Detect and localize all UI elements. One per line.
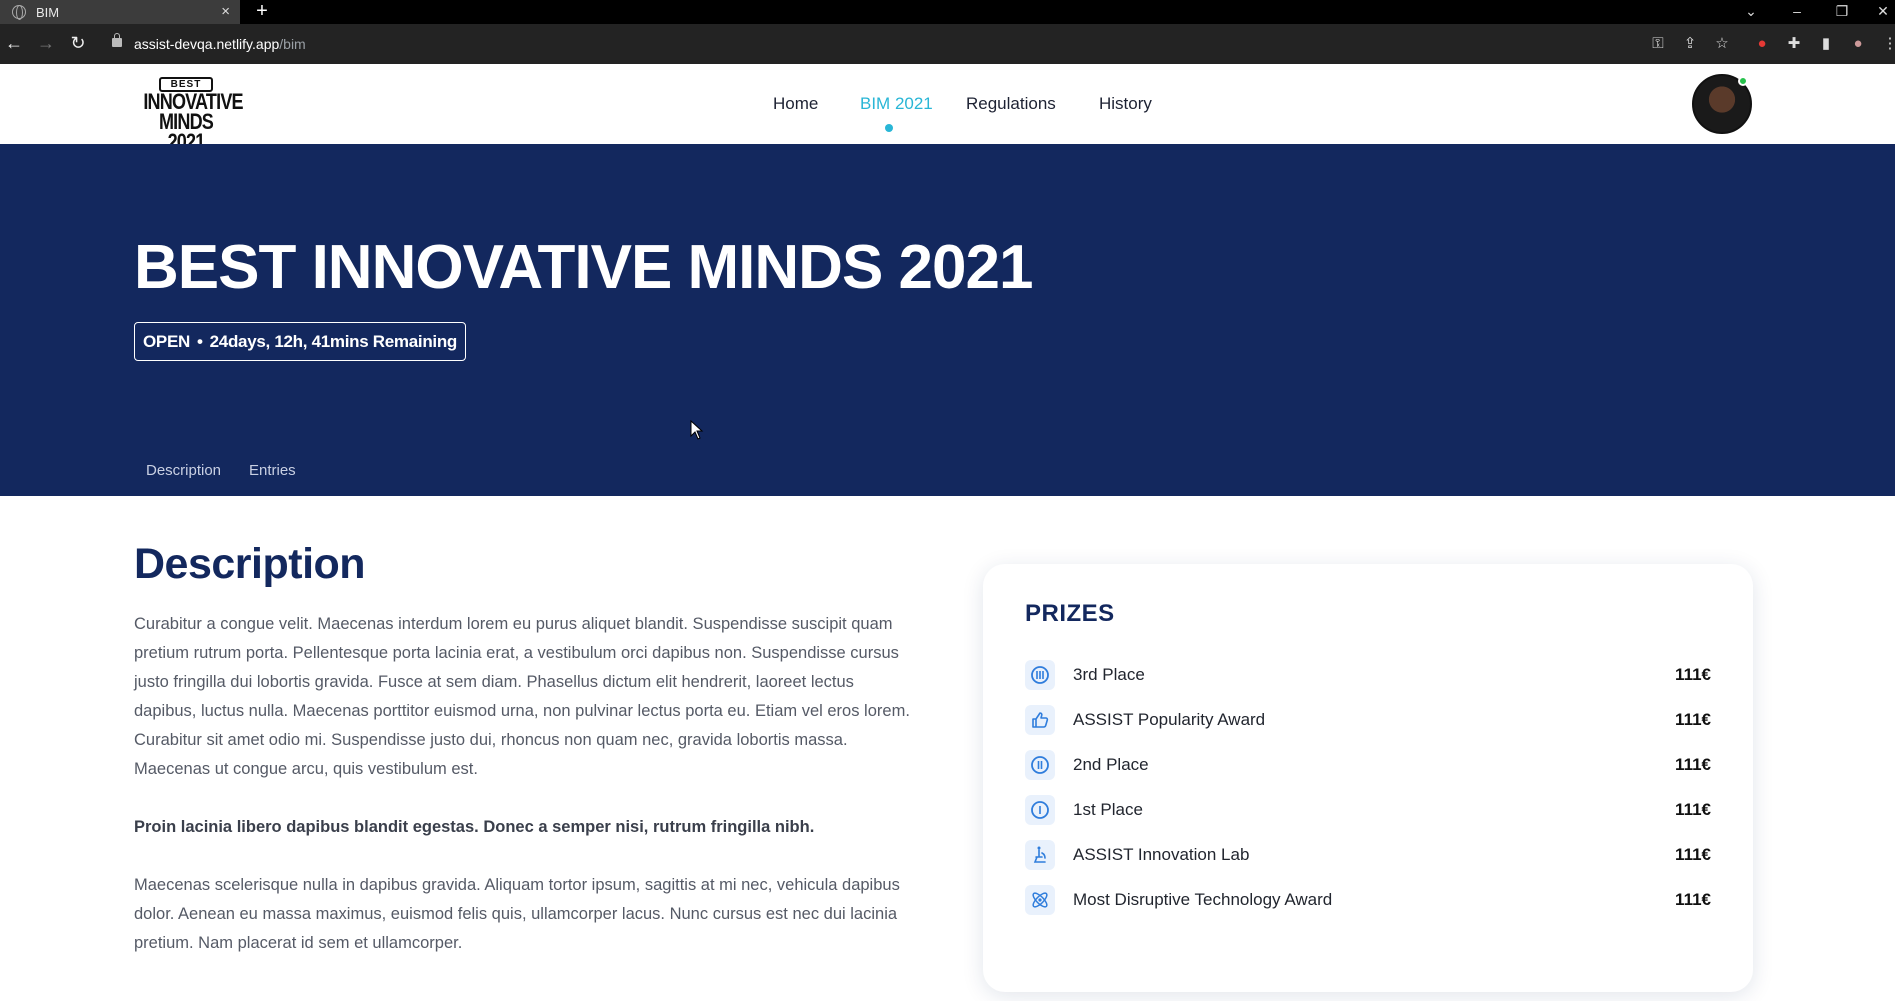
side-panel-icon[interactable]: ▮ [1816, 34, 1836, 54]
prize-row: 2nd Place 111€ [1025, 750, 1711, 782]
hero-banner: BEST INNOVATIVE MINDS 2021 OPEN • 24days… [0, 144, 1895, 496]
prize-value: 111€ [1675, 800, 1711, 819]
prize-row: 3rd Place 111€ [1025, 660, 1711, 692]
nav-regulations[interactable]: Regulations [966, 94, 1056, 118]
medal-one-icon [1025, 795, 1055, 825]
minimize-button[interactable]: – [1782, 0, 1812, 24]
prize-value: 111€ [1675, 755, 1711, 774]
status-label: OPEN [143, 331, 190, 351]
prize-name: 1st Place [1073, 800, 1143, 819]
url-path: /bim [279, 36, 306, 52]
time-remaining: 24days, 12h, 41mins Remaining [209, 331, 458, 351]
prize-name: Most Disruptive Technology Award [1073, 890, 1333, 909]
thumbs-up-icon [1025, 705, 1055, 735]
active-nav-indicator [885, 124, 893, 132]
bookmark-star-icon[interactable]: ☆ [1712, 34, 1732, 54]
browser-tab-strip: BIM × + ⌄ – ❐ ✕ [0, 0, 1895, 24]
browser-tab-title: BIM [36, 4, 60, 20]
prize-value: 111€ [1675, 890, 1711, 909]
medal-three-icon [1025, 660, 1055, 690]
nav-home[interactable]: Home [773, 94, 818, 118]
globe-icon [12, 5, 26, 20]
prizes-title: PRIZES [1025, 600, 1115, 627]
online-status-dot [1738, 76, 1748, 86]
close-tab-icon[interactable]: × [221, 3, 230, 20]
nav-bim-2021[interactable]: BIM 2021 [860, 94, 933, 118]
prize-name: ASSIST Popularity Award [1073, 710, 1266, 729]
close-window-button[interactable]: ✕ [1868, 0, 1895, 24]
lock-icon [112, 33, 122, 47]
back-button[interactable]: ← [2, 32, 26, 56]
tab-search-icon[interactable]: ⌄ [1736, 0, 1766, 24]
prize-row: 1st Place 111€ [1025, 795, 1711, 827]
extensions-puzzle-icon[interactable]: ✚ [1784, 34, 1804, 54]
atom-icon [1025, 885, 1055, 915]
extension-red-icon[interactable]: ● [1752, 34, 1772, 54]
description-paragraph-1: Curabitur a congue velit. Maecenas inter… [134, 615, 910, 778]
restore-button[interactable]: ❐ [1827, 0, 1857, 24]
url-field[interactable]: assist-devqa.netlify.app/bim [134, 32, 306, 56]
status-badge: OPEN • 24days, 12h, 41mins Remaining [134, 322, 466, 361]
reload-button[interactable]: ↻ [66, 32, 90, 56]
prize-value: 111€ [1675, 665, 1711, 684]
microscope-icon [1025, 840, 1055, 870]
tab-entries[interactable]: Entries [249, 462, 296, 479]
new-tab-button[interactable]: + [250, 0, 274, 24]
nav-history[interactable]: History [1099, 94, 1152, 118]
prize-value: 111€ [1675, 845, 1711, 864]
address-bar: ← → ↻ assist-devqa.netlify.app/bim ⚿ ⇪ ☆… [0, 24, 1895, 64]
prize-row: Most Disruptive Technology Award 111€ [1025, 885, 1711, 917]
url-host: assist-devqa.netlify.app [134, 36, 280, 52]
key-icon[interactable]: ⚿ [1648, 34, 1668, 54]
tab-description[interactable]: Description [146, 462, 221, 479]
status-separator: • [196, 331, 203, 351]
share-icon[interactable]: ⇪ [1680, 34, 1700, 54]
browser-menu-icon[interactable]: ⋮ [1880, 34, 1895, 54]
prize-row: ASSIST Innovation Lab 111€ [1025, 840, 1711, 872]
description-paragraph-2: Proin lacinia libero dapibus blandit ege… [134, 818, 815, 836]
prize-value: 111€ [1675, 710, 1711, 729]
forward-button[interactable]: → [34, 32, 58, 56]
profile-icon[interactable]: ● [1848, 34, 1868, 54]
prize-name: 3rd Place [1073, 665, 1145, 684]
prizes-card: PRIZES 3rd Place 111€ ASSIST Popularity … [983, 564, 1753, 992]
prize-name: ASSIST Innovation Lab [1073, 845, 1250, 864]
site-header: BEST INNOVATIVE MINDS 2021 Home BIM 2021… [0, 64, 1895, 153]
medal-two-icon [1025, 750, 1055, 780]
prize-row: ASSIST Popularity Award 111€ [1025, 705, 1711, 737]
browser-tab[interactable]: BIM × [0, 0, 240, 24]
description-heading: Description [134, 540, 366, 588]
description-paragraph-3: Maecenas scelerisque nulla in dapibus gr… [134, 876, 900, 952]
prize-name: 2nd Place [1073, 755, 1149, 774]
page-title: BEST INNOVATIVE MINDS 2021 [134, 233, 1033, 302]
site-logo[interactable]: BEST INNOVATIVE MINDS 2021 [134, 74, 244, 153]
